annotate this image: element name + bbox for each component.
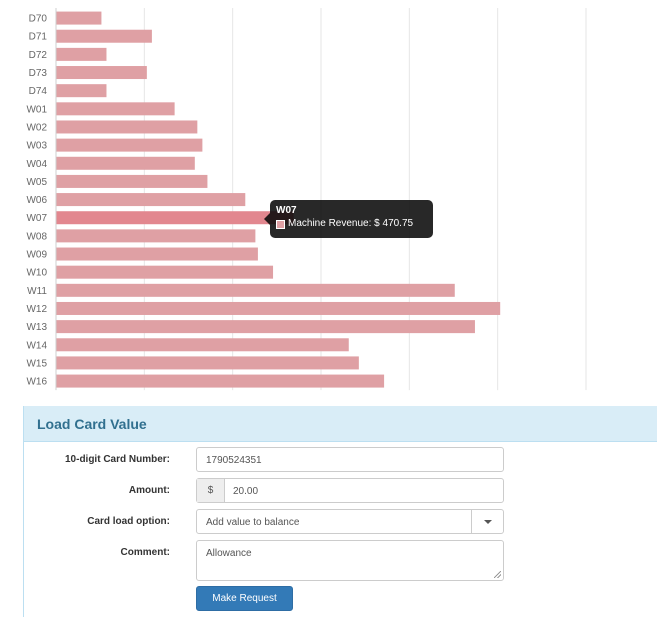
bar-w14[interactable] (56, 338, 349, 352)
comment-textarea[interactable]: Allowance (196, 540, 504, 581)
card-number-value: 1790524351 (206, 455, 262, 466)
card-load-option-value: Add value to balance (206, 517, 300, 528)
y-tick-label: W14 (26, 340, 47, 351)
card-number-input[interactable]: 1790524351 (196, 447, 504, 472)
y-tick-label: W08 (26, 231, 47, 242)
load-card-value-panel: Load Card Value 10-digit Card Number: 17… (23, 406, 657, 617)
y-tick-label: D74 (29, 86, 48, 97)
y-tick-label: D71 (29, 32, 48, 43)
bar-w11[interactable] (56, 283, 455, 297)
bar-w16[interactable] (56, 374, 385, 388)
bar-w13[interactable] (56, 320, 475, 334)
dollar-addon: $ (197, 479, 225, 502)
chart-tooltip: W07 Machine Revenue: $ 470.75 (264, 200, 433, 238)
y-tick-label: W12 (26, 304, 47, 315)
bar-d72[interactable] (56, 47, 107, 61)
amount-input-group[interactable]: $ 20.00 (196, 478, 504, 503)
y-tick-label: D70 (29, 14, 48, 25)
y-tick-label: D73 (29, 68, 48, 79)
y-tick-label: W13 (26, 322, 47, 333)
bar-d70[interactable] (56, 11, 102, 25)
resize-handle-icon[interactable] (494, 571, 501, 578)
bar-w08[interactable] (56, 229, 256, 243)
bar-w02[interactable] (56, 120, 198, 134)
tooltip-series-swatch (276, 219, 285, 229)
y-tick-label: W10 (26, 268, 47, 279)
bar-w01[interactable] (56, 102, 175, 116)
amount-value: 20.00 (233, 486, 259, 497)
chevron-down-icon (484, 520, 492, 524)
card-load-option-select[interactable]: Add value to balance (196, 509, 504, 534)
select-toggle[interactable] (471, 510, 503, 533)
bar-w04[interactable] (56, 156, 195, 170)
y-tick-label: D72 (29, 50, 48, 61)
y-tick-label: W09 (26, 250, 47, 261)
bar-w05[interactable] (56, 174, 208, 188)
y-tick-label: W05 (26, 177, 47, 188)
tooltip-title: W07 (276, 205, 297, 216)
card-number-label: 10-digit Card Number: (64, 454, 170, 465)
y-tick-label: W07 (26, 213, 47, 224)
y-tick-label: W02 (26, 122, 47, 133)
panel-title: Load Card Value (37, 415, 147, 432)
y-tick-label: W04 (26, 159, 47, 170)
comment-label: Comment: (120, 547, 170, 558)
tooltip-label: Machine Revenue: $ 470.75 (288, 218, 414, 229)
bar-w12[interactable] (56, 301, 501, 315)
y-tick-label: W06 (26, 195, 47, 206)
bar-w06[interactable] (56, 193, 246, 207)
bar-d73[interactable] (56, 66, 147, 80)
make-request-button[interactable]: Make Request (196, 586, 293, 611)
amount-label: Amount: (128, 485, 170, 496)
bar-w15[interactable] (56, 356, 359, 370)
y-tick-label: W03 (26, 141, 47, 152)
card-load-option-label: Card load option: (87, 516, 170, 527)
bar-w10[interactable] (56, 265, 274, 279)
bar-d74[interactable] (56, 84, 107, 98)
bar-w07[interactable] (56, 211, 294, 225)
y-tick-label: W16 (26, 377, 47, 388)
bar-w09[interactable] (56, 247, 258, 261)
y-tick-label: W11 (27, 286, 47, 297)
panel-heading: Load Card Value (24, 406, 657, 442)
bar-d71[interactable] (56, 29, 152, 43)
comment-value: Allowance (206, 548, 252, 559)
revenue-bar-chart: D70 D71 D72 D73 D74 W01 W02 W03 W04 W05 W06 W07 W08 W… (26, 8, 587, 391)
y-tick-label: W15 (26, 358, 47, 369)
bar-w03[interactable] (56, 138, 203, 152)
y-tick-label: W01 (26, 104, 47, 115)
